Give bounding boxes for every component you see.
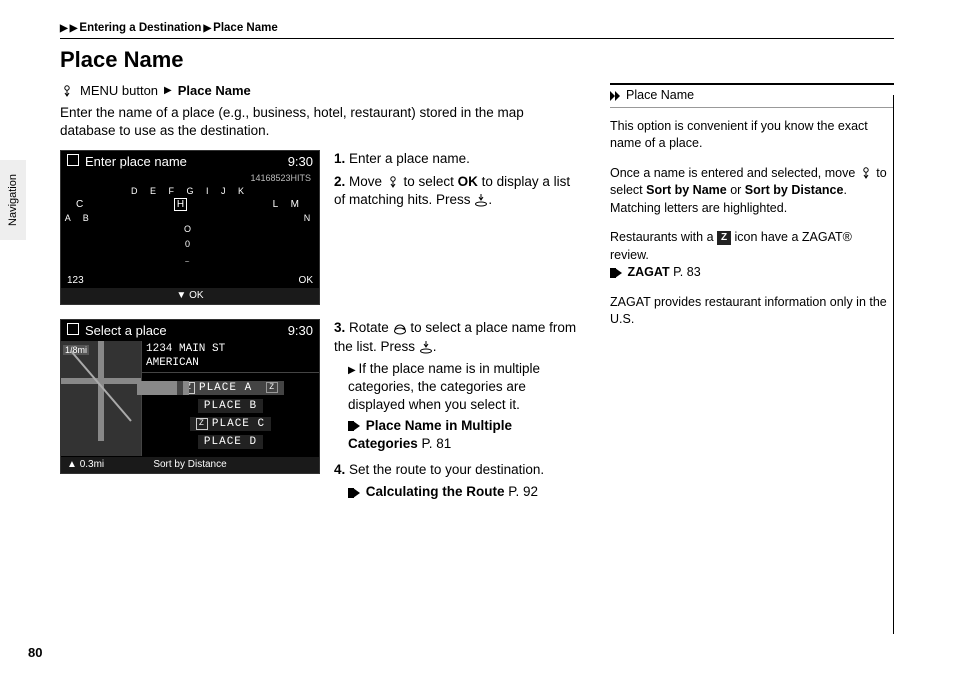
ok-bar: ▼ OK (61, 288, 319, 304)
xref-icon (348, 421, 360, 431)
side-paragraph: ZAGAT provides restaurant information on… (610, 294, 894, 329)
home-icon (67, 154, 79, 166)
sub-step: ▶ If the place name is in multiple categ… (348, 360, 580, 415)
page-title: Place Name (60, 47, 894, 73)
home-icon (67, 323, 79, 335)
z-icon: Z (183, 382, 195, 394)
side-header: Place Name (610, 83, 894, 108)
side-title: Place Name (626, 87, 694, 105)
list-item: PLACE D (198, 435, 263, 449)
move-down-icon (859, 166, 873, 180)
list-item-selected: Z PLACE A Z (177, 381, 284, 395)
tab-label: Navigation (7, 174, 19, 226)
distance: ▲ 0.3mi (67, 457, 104, 473)
step-number: 2. (334, 174, 345, 189)
xref-icon (610, 268, 622, 278)
keyboard-arc: D E F G I J K C H L M (61, 172, 319, 262)
xref-icon (348, 488, 360, 498)
result-address: 1234 MAIN ST AMERICAN (142, 341, 319, 372)
mini-map: 1/8mi (61, 341, 142, 456)
z-icon: Z (196, 418, 208, 430)
triangle-icon: ▶ (164, 85, 172, 96)
press-icon (419, 340, 433, 354)
triangle-icon: ▶ (348, 365, 358, 376)
shot-title: Select a place (85, 323, 167, 338)
cross-ref: Calculating the Route P. 92 (348, 483, 580, 501)
shot-time: 9:30 (288, 323, 313, 338)
column-rule (893, 95, 894, 634)
list-item: Z PLACE C (190, 417, 271, 431)
shot-time: 9:30 (288, 154, 313, 169)
cursor-icon (60, 84, 74, 98)
step-number: 3. (334, 320, 345, 335)
shot-title: Enter place name (85, 154, 187, 169)
mode-123: 123 (67, 275, 84, 286)
breadcrumb-part: Entering a Destination (79, 22, 201, 34)
list-item: PLACE B (198, 399, 263, 413)
step-text: Rotate to select a place name from the l… (334, 320, 576, 353)
triangle-icon: ▶ (203, 23, 211, 34)
press-icon (474, 193, 488, 207)
intro-text: Enter the name of a place (e.g., busines… (60, 104, 580, 140)
move-down-icon (386, 175, 400, 189)
screenshot-enter-place: Enter place name 9:30 14168523HITS D E F… (60, 150, 320, 305)
step-number: 1. (334, 151, 345, 166)
breadcrumb: ▶ ▶ Entering a Destination ▶ Place Name (60, 22, 894, 34)
side-note: Place Name This option is convenient if … (610, 83, 894, 341)
section-tab: Navigation (0, 160, 26, 240)
menu-button-label: MENU button (80, 83, 158, 98)
step-text: Set the route to your destination. (349, 462, 544, 477)
z-icon: Z (266, 382, 278, 393)
rotate-icon (393, 322, 407, 336)
divider (60, 38, 894, 39)
step-text: Move to select OK to display a list of m… (334, 174, 570, 207)
page-number: 80 (28, 645, 42, 660)
breadcrumb-part: Place Name (213, 22, 278, 34)
step-text: Enter a place name. (349, 151, 470, 166)
triangle-icon: ▶ (70, 23, 78, 34)
double-chevron-icon (610, 90, 622, 102)
menu-path: MENU button ▶ Place Name (60, 83, 580, 98)
z-badge-icon: Z (717, 231, 731, 245)
highlighted-letter: H (174, 198, 187, 211)
steps-block-1: 1. Enter a place name. 2. Move to select… (334, 150, 580, 213)
sort-label: Sort by Distance (153, 459, 226, 470)
steps-block-2: 3. Rotate to select a place name from th… (334, 319, 580, 503)
shot-footer: ▲ 0.3mi Sort by Distance (61, 457, 319, 473)
triangle-icon: ▶ (60, 23, 68, 34)
side-paragraph: This option is convenient if you know th… (610, 118, 894, 153)
menu-target: Place Name (178, 83, 251, 98)
side-paragraph: Restaurants with a Z icon have a ZAGAT® … (610, 229, 894, 282)
step-number: 4. (334, 462, 345, 477)
screenshot-select-place: Select a place 9:30 1/8mi (60, 319, 320, 474)
ok-label: OK (299, 275, 313, 286)
cross-ref: Place Name in Multiple Categories P. 81 (348, 417, 580, 453)
side-paragraph: Once a name is entered and selected, mov… (610, 165, 894, 218)
